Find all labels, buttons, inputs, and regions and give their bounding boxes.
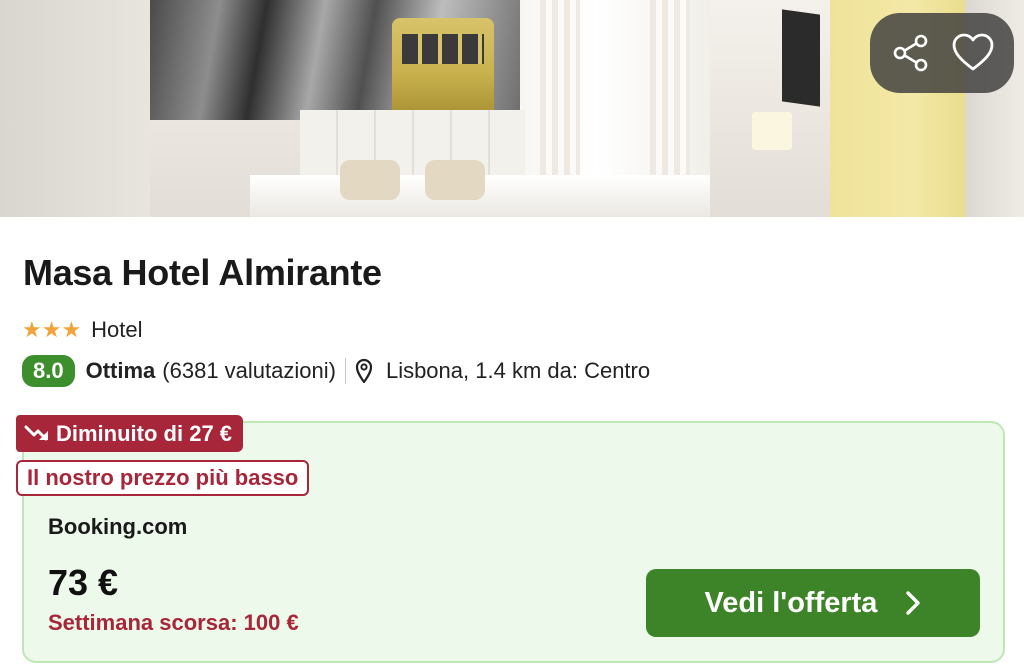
- rating-label: Ottima: [85, 358, 156, 383]
- price-drop-text: Diminuito di 27 €: [56, 421, 233, 446]
- last-week-price: Settimana scorsa: 100 €: [48, 610, 299, 635]
- rating-score-badge: 8.0: [22, 355, 75, 387]
- divider: [344, 358, 346, 384]
- hotel-type: Hotel: [91, 317, 143, 342]
- price-drop-badge: Diminuito di 27 €: [16, 415, 244, 452]
- review-count[interactable]: (6381 valutazioni): [162, 358, 336, 384]
- location-pin-icon: [355, 358, 373, 384]
- lowest-price-badge: Il nostro prezzo più basso: [16, 460, 310, 496]
- photo-wall: [0, 0, 150, 217]
- hotel-category: ★★★ Hotel: [22, 317, 143, 343]
- photo-pillow: [425, 160, 485, 200]
- share-button[interactable]: [883, 25, 939, 81]
- rating-location-row: 8.0 Ottima (6381 valutazioni) Lisbona, 1…: [22, 355, 650, 387]
- view-offer-button[interactable]: Vedi l'offerta: [646, 569, 980, 637]
- photo-lamp: [752, 112, 792, 150]
- photo-actions: [870, 13, 1014, 93]
- hotel-location[interactable]: Lisbona, 1.4 km da: Centro: [386, 358, 650, 384]
- share-icon: [893, 34, 928, 72]
- photo-pillow: [340, 160, 400, 200]
- trend-down-icon: [24, 425, 48, 440]
- hotel-name[interactable]: Masa Hotel Almirante: [23, 252, 382, 294]
- photo-tv: [782, 9, 820, 107]
- view-offer-label: Vedi l'offerta: [704, 586, 878, 619]
- heart-icon: [952, 33, 994, 71]
- hotel-card[interactable]: Masa Hotel Almirante ★★★ Hotel 8.0 Ottim…: [0, 0, 1024, 670]
- chevron-right-icon: [906, 591, 921, 615]
- hotel-photo[interactable]: [0, 0, 1024, 217]
- offer-price: 73 €: [48, 562, 119, 603]
- star-rating-icon: ★★★: [22, 317, 82, 342]
- photo-tram: [392, 18, 494, 116]
- favorite-button[interactable]: [945, 25, 1001, 81]
- offer-provider: Booking.com: [48, 514, 188, 539]
